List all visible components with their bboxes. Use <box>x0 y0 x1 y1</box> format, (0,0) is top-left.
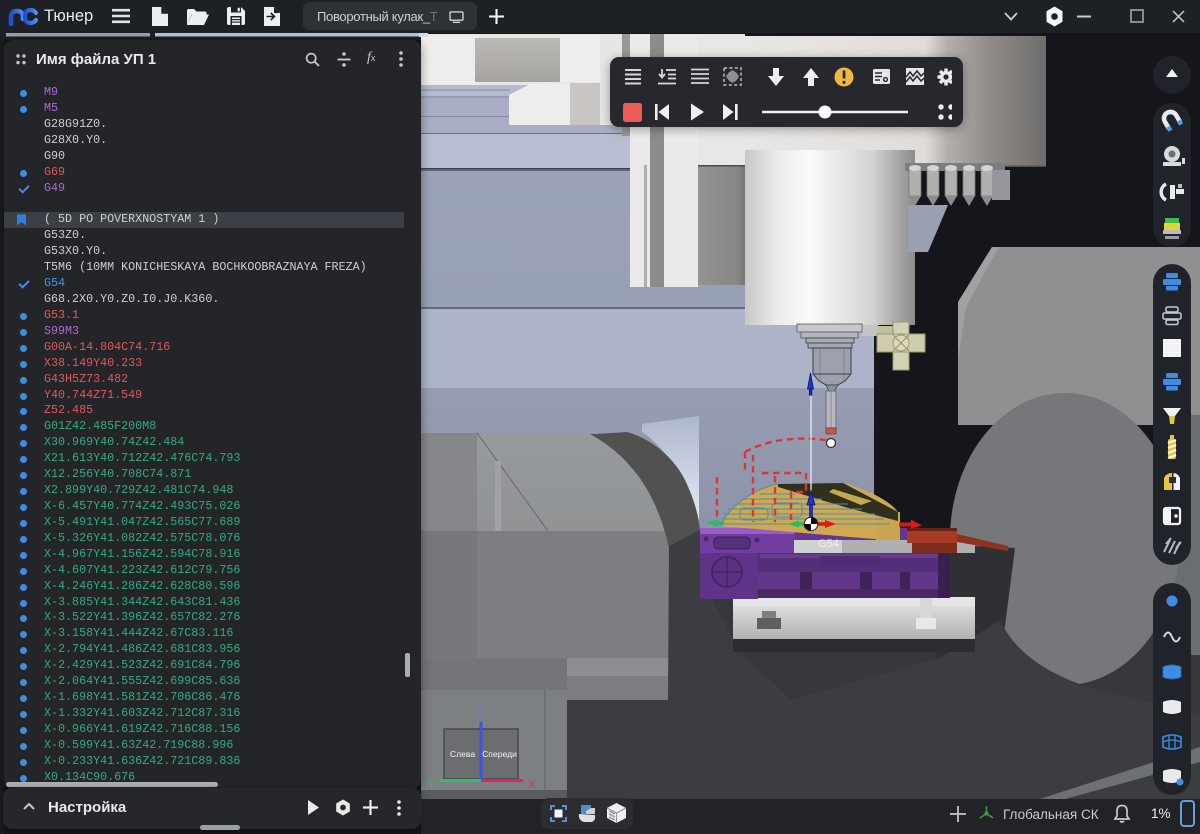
svg-text:X: X <box>528 779 536 791</box>
svg-text:Z: Z <box>477 707 484 719</box>
svg-text:Спереди: Спереди <box>482 749 517 759</box>
svg-text:1%: 1% <box>1151 806 1171 821</box>
svg-text:G54: G54 <box>818 538 839 550</box>
svg-text:Слева: Слева <box>450 749 475 759</box>
svg-text:Y: Y <box>428 779 436 791</box>
